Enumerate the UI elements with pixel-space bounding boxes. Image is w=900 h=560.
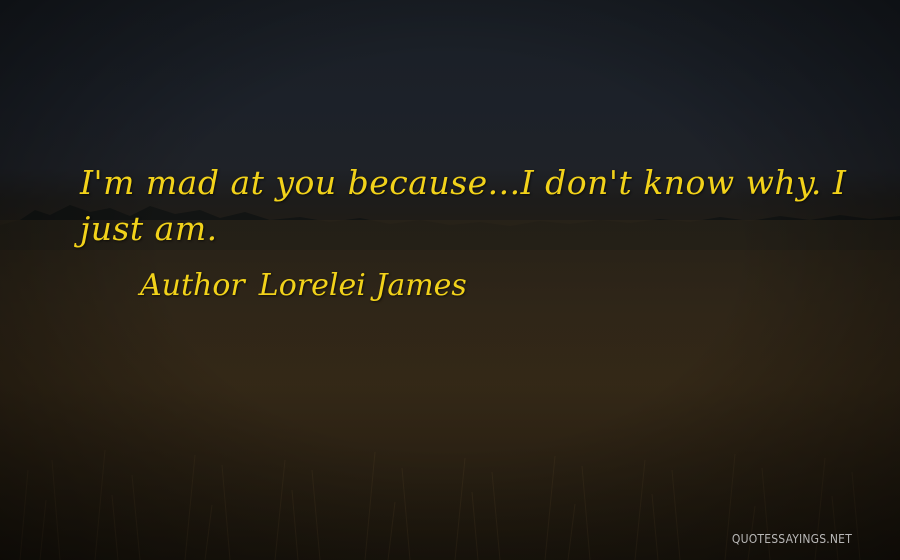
author-label: Author (140, 268, 245, 303)
author-name: Lorelei James (258, 268, 467, 303)
quote-attribution: Author Lorelei James (140, 266, 467, 306)
quote-image: I'm mad at you because...I don't know wh… (0, 0, 900, 560)
site-watermark: QUOTESSAYINGS.NET (731, 532, 852, 546)
quote-text: I'm mad at you because...I don't know wh… (80, 163, 847, 248)
